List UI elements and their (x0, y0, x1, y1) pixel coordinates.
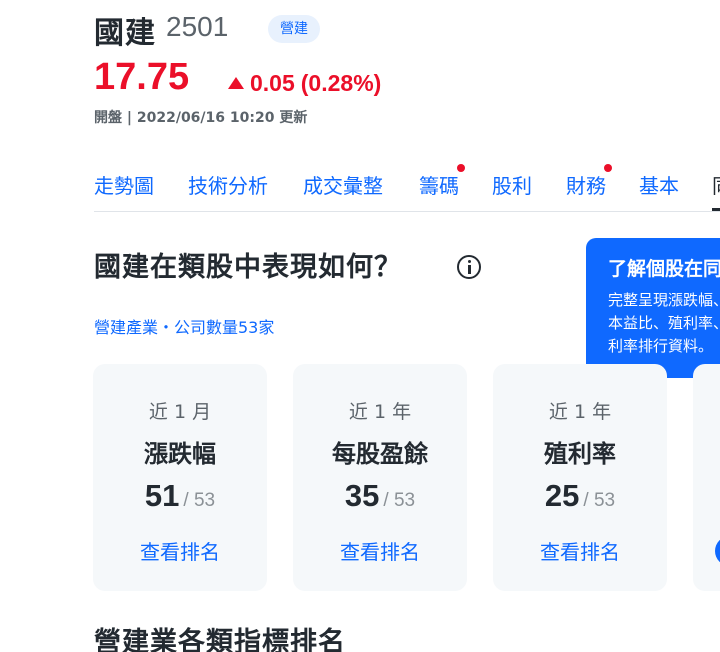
tab-technical-analysis[interactable]: 技術分析 (188, 170, 268, 199)
card-metric: 殖利率 (544, 440, 616, 468)
info-icon[interactable] (457, 255, 481, 279)
notification-dot (604, 164, 612, 172)
tooltip-body: 完整呈現漲跌幅、每股盈餘、本益比、殖利率、本益比、殖利率排行資料。 (608, 291, 720, 355)
notification-dot (457, 164, 465, 172)
industry-ranking-title: 營建業各類指標排名 (94, 627, 346, 652)
tab-peer-comparison[interactable]: 同 (712, 170, 720, 211)
industry-tag[interactable]: 營建 (268, 15, 320, 43)
card-metric: 每股盈餘 (332, 440, 428, 468)
view-ranking-link[interactable]: 查看排名 (493, 536, 667, 565)
change-percent: (0.28%) (300, 70, 382, 96)
card-period: 近 1 月 (148, 401, 212, 423)
card-rank: 51/ 53 (93, 478, 267, 514)
quote-tabs: 走勢圖 技術分析 成交彙整 籌碼 股利 財務 基本 同 (94, 160, 720, 212)
card-period: 近 1 年 (548, 401, 612, 423)
rank-total: / 53 (583, 490, 616, 511)
tab-basic[interactable]: 基本 (639, 170, 679, 199)
card-rank: 25/ 53 (493, 478, 667, 514)
industry-link[interactable]: 營建產業・公司數量53家 (94, 314, 274, 338)
stock-price: 17.75 (94, 56, 190, 98)
tab-financials[interactable]: 財務 (566, 164, 612, 199)
view-ranking-link[interactable]: 查看排名 (93, 536, 267, 565)
rank-value: 35 (344, 478, 380, 513)
tab-chips[interactable]: 籌碼 (419, 164, 465, 199)
rank-card-dividend-yield: 近 1 年 殖利率 25/ 53 查看排名 (493, 364, 667, 591)
section-title: 國建在類股中表現如何？ (94, 252, 402, 283)
market-status-time: 開盤 | 2022/06/16 10:20 更新 (94, 110, 308, 126)
rank-value: 51 (144, 478, 180, 513)
rank-total: / 53 (183, 490, 216, 511)
stock-name: 國建 (94, 16, 156, 51)
next-button[interactable] (715, 536, 720, 566)
tab-trade-summary[interactable]: 成交彙整 (303, 170, 383, 199)
view-ranking-link[interactable]: 查看排名 (293, 536, 467, 565)
price-change: 0.05 (0.28%) (228, 70, 381, 97)
card-rank: 35/ 53 (293, 478, 467, 514)
card-metric: 漲跌幅 (144, 440, 216, 468)
rank-value: 25 (544, 478, 580, 513)
change-value: 0.05 (250, 70, 295, 96)
rank-card-eps: 近 1 年 每股盈餘 35/ 53 查看排名 (293, 364, 467, 591)
rank-card-price-change: 近 1 月 漲跌幅 51/ 53 查看排名 (93, 364, 267, 591)
tab-trend-chart[interactable]: 走勢圖 (94, 170, 154, 199)
rank-total: / 53 (383, 490, 416, 511)
info-tooltip: 了解個股在同 完整呈現漲跌幅、每股盈餘、本益比、殖利率、本益比、殖利率排行資料。 (586, 238, 720, 378)
stock-code: 2501 (166, 11, 229, 42)
card-period: 近 1 年 (348, 401, 412, 423)
triangle-up-icon (228, 76, 244, 89)
tooltip-title: 了解個股在同 (608, 258, 720, 280)
tab-dividend[interactable]: 股利 (492, 170, 532, 199)
rank-card-partial (693, 364, 720, 591)
